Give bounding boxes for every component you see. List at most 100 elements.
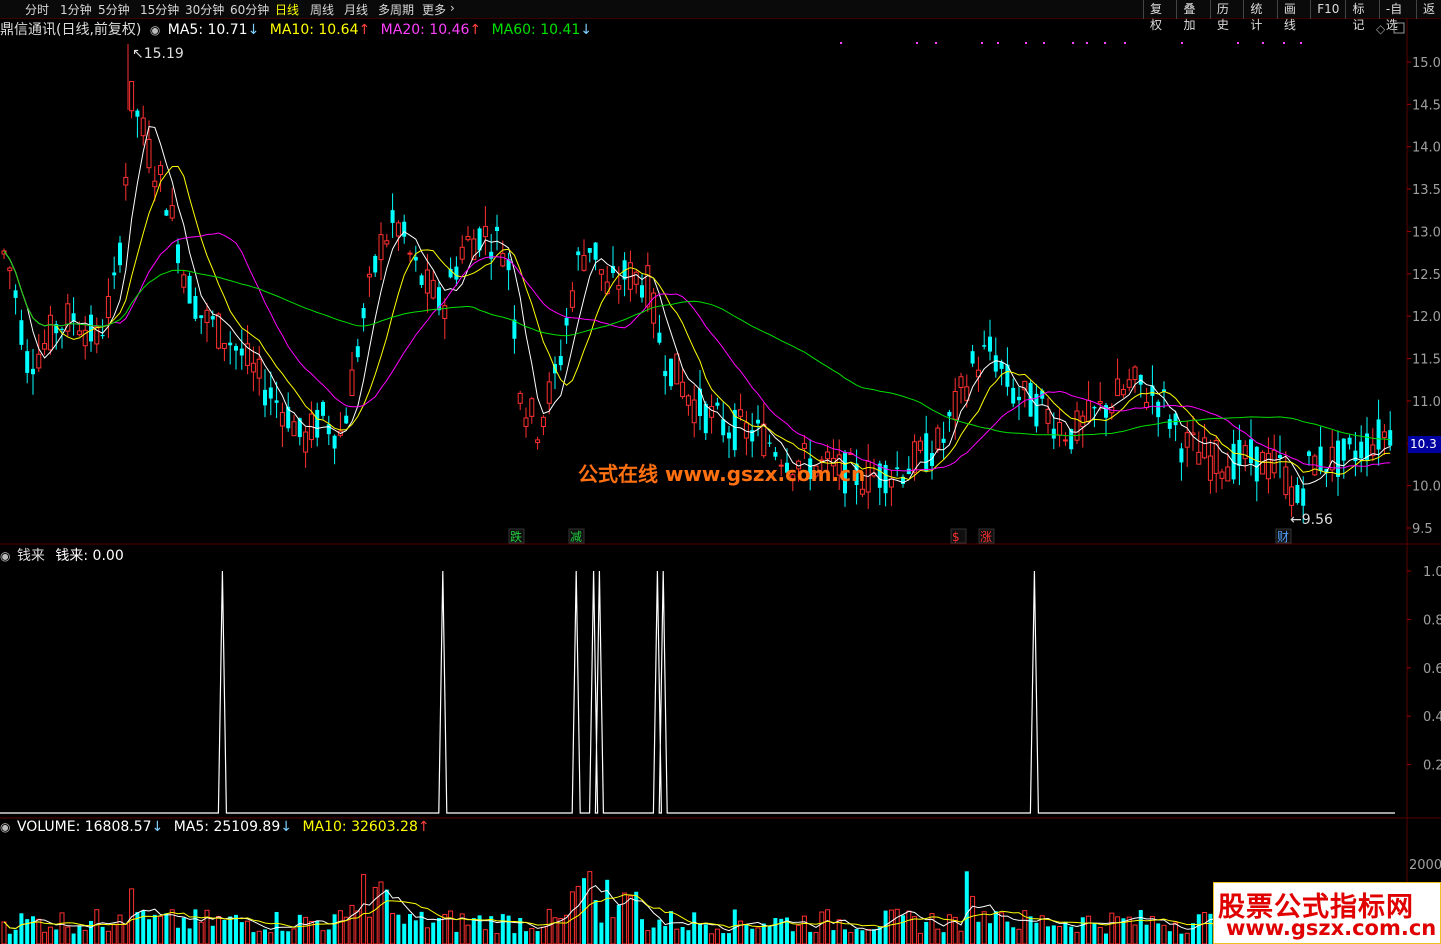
volume-bar xyxy=(512,933,517,944)
candle-body xyxy=(546,381,552,404)
candle-body xyxy=(1017,396,1021,401)
volume-bar xyxy=(981,911,987,944)
volume-bar xyxy=(999,912,1005,944)
volume-bar xyxy=(413,920,418,944)
candle-body xyxy=(952,390,958,420)
candle-body xyxy=(279,412,285,427)
volume-bar xyxy=(437,918,441,944)
candle-body xyxy=(36,353,42,369)
volume-bar xyxy=(1144,924,1149,944)
volume-bar xyxy=(657,919,662,944)
candle-body xyxy=(569,290,575,308)
volume-bar xyxy=(1202,912,1208,944)
candle-body xyxy=(674,353,680,385)
candle-body xyxy=(1359,441,1364,459)
candle-body xyxy=(489,251,494,259)
volume-bar xyxy=(1179,933,1184,944)
candle-body xyxy=(176,244,180,264)
volume-bar xyxy=(263,929,267,944)
candle-body xyxy=(1353,450,1358,462)
indicator-axis-label: 0.8 xyxy=(1423,613,1441,628)
volume-bar xyxy=(7,933,12,944)
volume-bar xyxy=(239,922,244,944)
candle-body xyxy=(100,334,105,337)
volume-bar xyxy=(402,923,407,944)
candle-body xyxy=(581,254,587,271)
diamond-icon: ◇ xyxy=(1376,22,1386,36)
event-dot xyxy=(916,42,918,44)
candle-body xyxy=(1336,440,1340,477)
candle-body xyxy=(761,423,767,457)
candle-body xyxy=(361,308,366,319)
volume-bar xyxy=(929,913,935,944)
candle-body xyxy=(465,235,471,241)
event-dot xyxy=(997,42,999,44)
volume-bar xyxy=(13,929,18,944)
site-badge: 股票公式指标网 www.gszx.com.cn xyxy=(1213,882,1441,944)
candle-body xyxy=(1092,406,1097,409)
candle-body xyxy=(1318,446,1323,472)
volume-bar xyxy=(36,918,42,944)
candle-body xyxy=(355,346,360,358)
volume-bar xyxy=(482,929,488,944)
candle-body xyxy=(482,226,488,238)
candle-body xyxy=(402,221,407,237)
candle-body xyxy=(256,358,262,379)
volume-bar xyxy=(924,921,929,944)
volume-bar xyxy=(535,931,540,944)
candle-body xyxy=(164,210,169,216)
candle-body xyxy=(756,419,760,424)
candle-body xyxy=(1254,446,1259,482)
candle-body xyxy=(239,348,244,356)
candle-body xyxy=(988,336,992,352)
candle-body xyxy=(146,138,152,169)
candle-body xyxy=(1225,466,1231,482)
candle-body xyxy=(1120,388,1126,396)
volume-bar xyxy=(790,931,795,944)
candle-body xyxy=(593,242,598,260)
volume-bar xyxy=(1191,923,1195,944)
candle-body xyxy=(1167,419,1172,429)
volume-bar xyxy=(111,924,117,944)
volume-bar xyxy=(82,929,88,944)
volume-bar xyxy=(686,930,691,944)
candle-body xyxy=(332,435,337,449)
volume-bar xyxy=(117,914,123,944)
volume-bar xyxy=(431,922,436,944)
candle-body xyxy=(424,269,430,294)
volume-bar xyxy=(135,912,140,944)
candle-body xyxy=(7,267,13,272)
volume-bar xyxy=(19,913,24,944)
volume-bar xyxy=(31,916,35,944)
candle-body xyxy=(413,256,418,261)
volume-bar xyxy=(372,886,378,944)
candle-body xyxy=(366,273,372,278)
volume-bar xyxy=(993,911,998,944)
volume-bar xyxy=(500,914,505,944)
price-axis-label: 13.0 xyxy=(1412,225,1441,240)
candle-body xyxy=(1271,449,1277,474)
candle-body xyxy=(1202,437,1208,459)
event-marker-4: 财 xyxy=(1277,530,1289,544)
candle-body xyxy=(454,266,459,280)
volume-bar xyxy=(941,932,946,944)
candle-body xyxy=(135,110,140,117)
volume-bar xyxy=(65,926,71,944)
volume-bar xyxy=(976,921,981,944)
volume-bar xyxy=(767,926,772,944)
volume-bar xyxy=(860,930,865,944)
indicator-axis-label: 0.2 xyxy=(1423,759,1441,774)
candle-body xyxy=(89,314,93,342)
volume-bar xyxy=(141,910,146,944)
ma5-line xyxy=(3,126,1391,485)
volume-bar xyxy=(865,929,871,944)
volume-bar xyxy=(187,928,192,944)
low-price-label: ←9.56 xyxy=(1290,512,1333,528)
volume-bar xyxy=(808,931,813,944)
candle-body xyxy=(616,285,622,290)
candle-body xyxy=(1307,451,1311,456)
volume-bar xyxy=(1208,913,1213,944)
volume-bar xyxy=(674,928,680,944)
volume-bar xyxy=(801,915,807,944)
candle-body xyxy=(1156,401,1161,418)
